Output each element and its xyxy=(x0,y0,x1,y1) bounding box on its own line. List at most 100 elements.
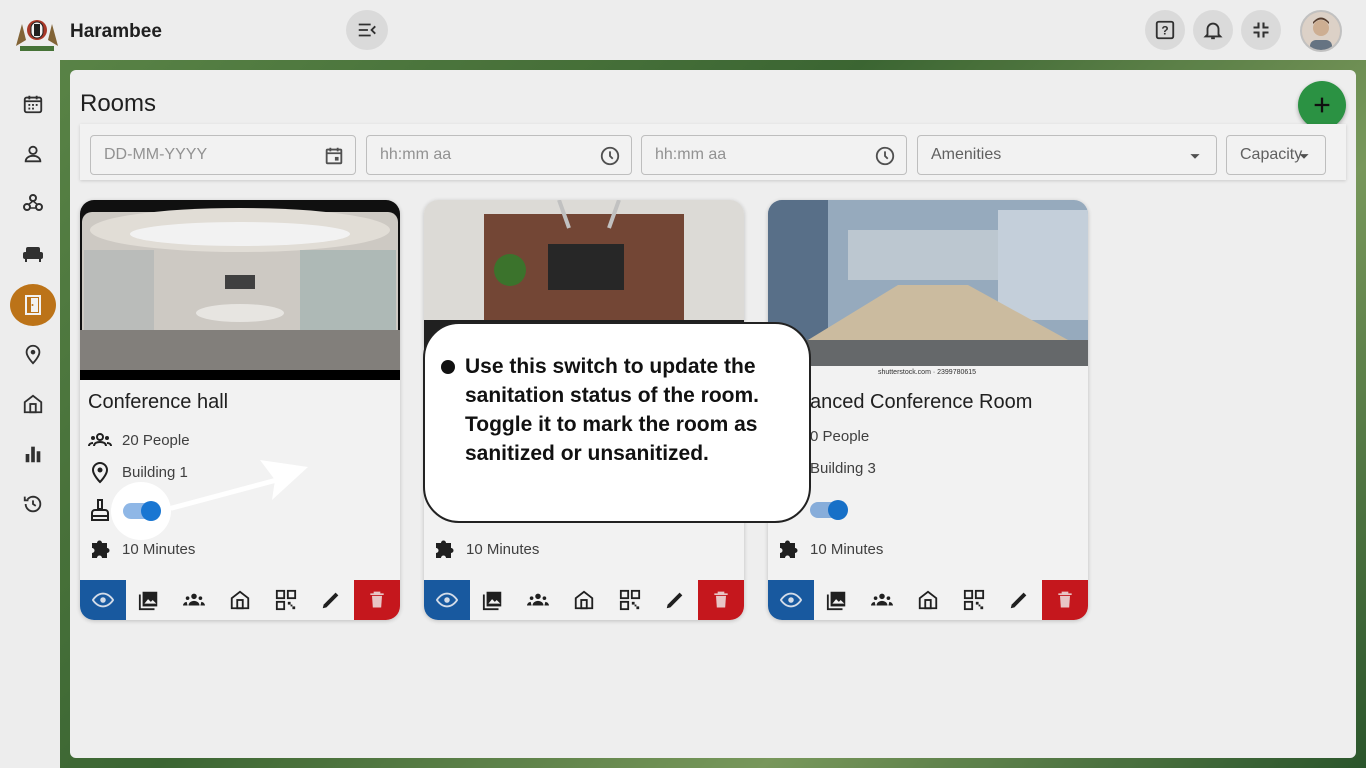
gallery-button[interactable] xyxy=(813,580,860,620)
edit-button[interactable] xyxy=(652,580,699,620)
gallery-button[interactable] xyxy=(469,580,516,620)
capacity-row: 20 People xyxy=(88,428,190,452)
delete-button[interactable] xyxy=(698,580,744,620)
tour-arrow xyxy=(169,460,308,511)
svg-text:?: ? xyxy=(1161,24,1168,38)
attendees-button[interactable] xyxy=(515,580,562,620)
group-icon xyxy=(23,194,43,211)
location-row: Building 3 xyxy=(810,460,876,477)
room-name: Conference hall xyxy=(88,391,229,413)
puzzle-icon xyxy=(780,540,798,558)
calendar-icon xyxy=(23,95,43,114)
sidebar-item-users[interactable] xyxy=(10,134,56,174)
qr-code-button[interactable] xyxy=(606,580,653,620)
amenities-select[interactable]: Amenities xyxy=(917,135,1217,175)
image-caption: shutterstock.com · 2399780615 xyxy=(878,369,977,376)
notifications-button[interactable] xyxy=(1193,10,1233,50)
trash-icon xyxy=(1058,591,1072,608)
plus-icon xyxy=(1314,97,1330,113)
sanitation-toggle[interactable] xyxy=(123,501,161,521)
help-button[interactable]: ? xyxy=(1145,10,1185,50)
clock-icon[interactable] xyxy=(599,145,621,167)
edit-button[interactable] xyxy=(996,580,1043,620)
sidebar-item-calendar[interactable] xyxy=(10,84,56,124)
bell-icon xyxy=(1203,22,1223,40)
bar-chart-icon xyxy=(25,446,41,463)
sidebar-item-buildings[interactable] xyxy=(10,384,56,424)
date-placeholder: DD-MM-YYYY xyxy=(104,146,208,163)
user-avatar[interactable] xyxy=(1300,10,1342,52)
coat-of-arms-logo xyxy=(16,20,58,51)
avatar-image xyxy=(1302,12,1340,50)
cleaning-brush-icon xyxy=(91,499,109,521)
sidebar-item-furniture[interactable] xyxy=(10,234,56,274)
history-icon xyxy=(23,495,42,513)
qr-code-button[interactable] xyxy=(262,580,309,620)
room-card: shutterstock.com · 2399780615 vanced Con… xyxy=(768,200,1088,620)
end-time-field[interactable]: hh:mm aa xyxy=(641,135,907,175)
qr-code-icon xyxy=(963,589,984,611)
view-button[interactable] xyxy=(80,580,126,620)
bullet-dot xyxy=(441,360,455,374)
exit-fullscreen-button[interactable] xyxy=(1241,10,1281,50)
duration-row: 10 Minutes xyxy=(776,537,883,561)
building-button[interactable] xyxy=(905,580,951,620)
menu-collapse-icon xyxy=(358,23,376,37)
puzzle-icon xyxy=(92,540,110,558)
menu-toggle-button[interactable] xyxy=(346,10,388,50)
trash-icon xyxy=(714,591,728,608)
brand[interactable]: Harambee xyxy=(12,10,162,54)
add-room-button[interactable] xyxy=(1298,81,1346,129)
delete-button[interactable] xyxy=(1042,580,1088,620)
toggle-knob xyxy=(828,500,848,520)
location-pin-icon xyxy=(91,462,109,484)
view-button[interactable] xyxy=(424,580,470,620)
door-icon xyxy=(25,295,41,315)
building-button[interactable] xyxy=(561,580,607,620)
start-time-placeholder: hh:mm aa xyxy=(380,146,452,163)
qr-code-button[interactable] xyxy=(950,580,997,620)
attendees-button[interactable] xyxy=(171,580,218,620)
attendees-button[interactable] xyxy=(859,580,906,620)
sanitation-toggle[interactable] xyxy=(810,500,848,520)
people-icon xyxy=(871,593,894,606)
dropdown-arrow-icon xyxy=(1299,154,1309,159)
dropdown-arrow-icon xyxy=(1190,154,1200,159)
room-name: vanced Conference Room xyxy=(800,391,1033,413)
duration-row: 10 Minutes xyxy=(432,537,539,561)
sidebar-item-groups[interactable] xyxy=(10,184,56,224)
eye-icon xyxy=(91,592,114,608)
card-actions xyxy=(768,580,1088,620)
sidebar-item-locations[interactable] xyxy=(10,334,56,374)
delete-button[interactable] xyxy=(354,580,400,620)
sidebar-item-history[interactable] xyxy=(10,484,56,524)
capacity-text: 0 People xyxy=(810,428,870,445)
room-image[interactable] xyxy=(768,200,1088,380)
duration-text: 10 Minutes xyxy=(810,540,884,558)
card-actions xyxy=(424,580,744,620)
pencil-icon xyxy=(667,592,683,609)
toggle-knob xyxy=(141,501,161,521)
edit-button[interactable] xyxy=(308,580,355,620)
sidebar-item-rooms[interactable] xyxy=(10,284,56,326)
image-icon xyxy=(138,591,157,611)
people-icon xyxy=(183,593,206,606)
person-icon xyxy=(24,145,42,163)
people-icon xyxy=(88,433,112,447)
calendar-icon[interactable] xyxy=(323,145,345,167)
clock-icon[interactable] xyxy=(874,145,896,167)
sidebar-item-reports[interactable] xyxy=(10,434,56,474)
sofa-icon xyxy=(23,247,43,262)
sidebar xyxy=(0,60,60,768)
capacity-select[interactable]: Capacity xyxy=(1226,135,1326,175)
capacity-text: 20 People xyxy=(122,431,190,449)
tour-tooltip: Use this switch to update the sanitation… xyxy=(423,322,811,523)
building-button[interactable] xyxy=(217,580,263,620)
view-button[interactable] xyxy=(768,580,814,620)
gallery-button[interactable] xyxy=(125,580,172,620)
people-icon xyxy=(527,593,550,606)
date-field[interactable]: DD-MM-YYYY xyxy=(90,135,356,175)
location-text: Building 3 xyxy=(810,460,876,477)
start-time-field[interactable]: hh:mm aa xyxy=(366,135,632,175)
room-image[interactable] xyxy=(80,200,400,380)
